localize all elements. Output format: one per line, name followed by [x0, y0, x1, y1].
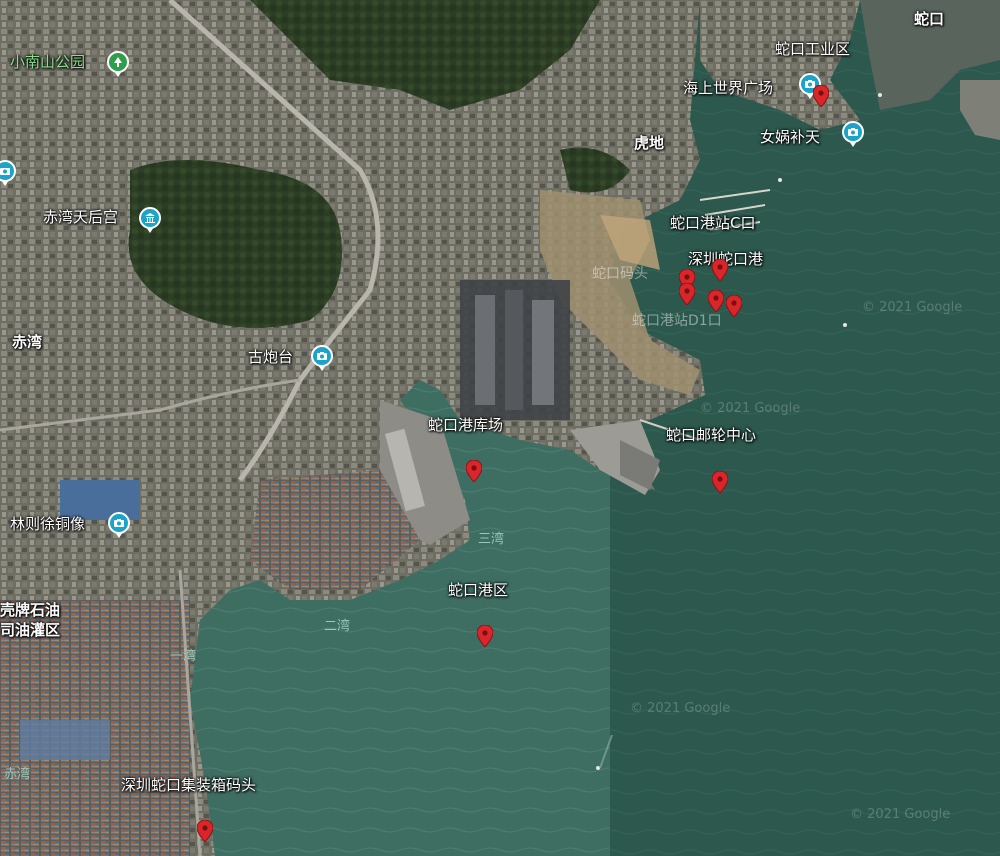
label-sanwan: 三湾 [478, 532, 505, 547]
google-watermark: © 2021 Google [700, 401, 801, 416]
label-shekou-pier: 蛇口码头 [592, 266, 648, 282]
label-erwan: 二湾 [324, 619, 351, 634]
map-pin-icon[interactable] [726, 295, 742, 317]
map-pin-icon[interactable] [813, 85, 829, 107]
map-pin-icon[interactable] [679, 283, 695, 305]
label-shekou-port-area[interactable]: 蛇口港区 [448, 581, 508, 599]
tree-icon[interactable] [107, 51, 129, 77]
map-pin-icon[interactable] [466, 460, 482, 482]
label-port-warehouse[interactable]: 蛇口港库场 [428, 416, 503, 434]
google-watermark: © 2021 Google [630, 701, 731, 716]
label-hudi: 虎地 [634, 134, 665, 152]
label-chiwan-tianhou[interactable]: 赤湾天后宫 [43, 208, 118, 226]
map-pin-icon[interactable] [712, 259, 728, 281]
map-pin-icon[interactable] [477, 625, 493, 647]
google-watermark: © 2021 Google [862, 300, 963, 315]
label-linzexu-statue[interactable]: 林则徐铜像 [10, 515, 85, 533]
label-sea-world[interactable]: 海上世界广场 [683, 79, 773, 97]
label-cruise-center[interactable]: 蛇口邮轮中心 [666, 426, 756, 444]
label-port-d1: 蛇口港站D1口 [632, 313, 722, 329]
label-shell-oil-2: 司油灌区 [0, 621, 61, 639]
label-xiaonanshan-park[interactable]: 小南山公园 [10, 53, 85, 71]
label-container-terminal[interactable]: 深圳蛇口集装箱码头 [121, 776, 256, 794]
label-shekou: 蛇口 [914, 10, 945, 28]
label-shekou-industrial[interactable]: 蛇口工业区 [775, 40, 850, 58]
label-port-c[interactable]: 蛇口港站C口 [670, 214, 755, 232]
map-pin-icon[interactable] [197, 820, 213, 842]
label-shell-oil-1: 壳牌石油 [0, 601, 61, 619]
label-chiwan-district: 赤湾 [12, 333, 43, 351]
label-nuwa[interactable]: 女娲补天 [760, 128, 820, 146]
label-yiwan: 一湾 [170, 649, 197, 664]
camera-icon[interactable] [842, 121, 864, 147]
label-gupaotai[interactable]: 古炮台 [248, 348, 293, 366]
map-pin-icon[interactable] [712, 471, 728, 493]
temple-icon[interactable] [139, 207, 161, 233]
map-pin-icon[interactable] [708, 290, 724, 312]
camera-icon[interactable] [108, 512, 130, 538]
google-watermark: © 2021 Google [850, 807, 951, 822]
camera-icon[interactable] [311, 345, 333, 371]
label-chiwan-small: 赤湾 [4, 767, 31, 782]
